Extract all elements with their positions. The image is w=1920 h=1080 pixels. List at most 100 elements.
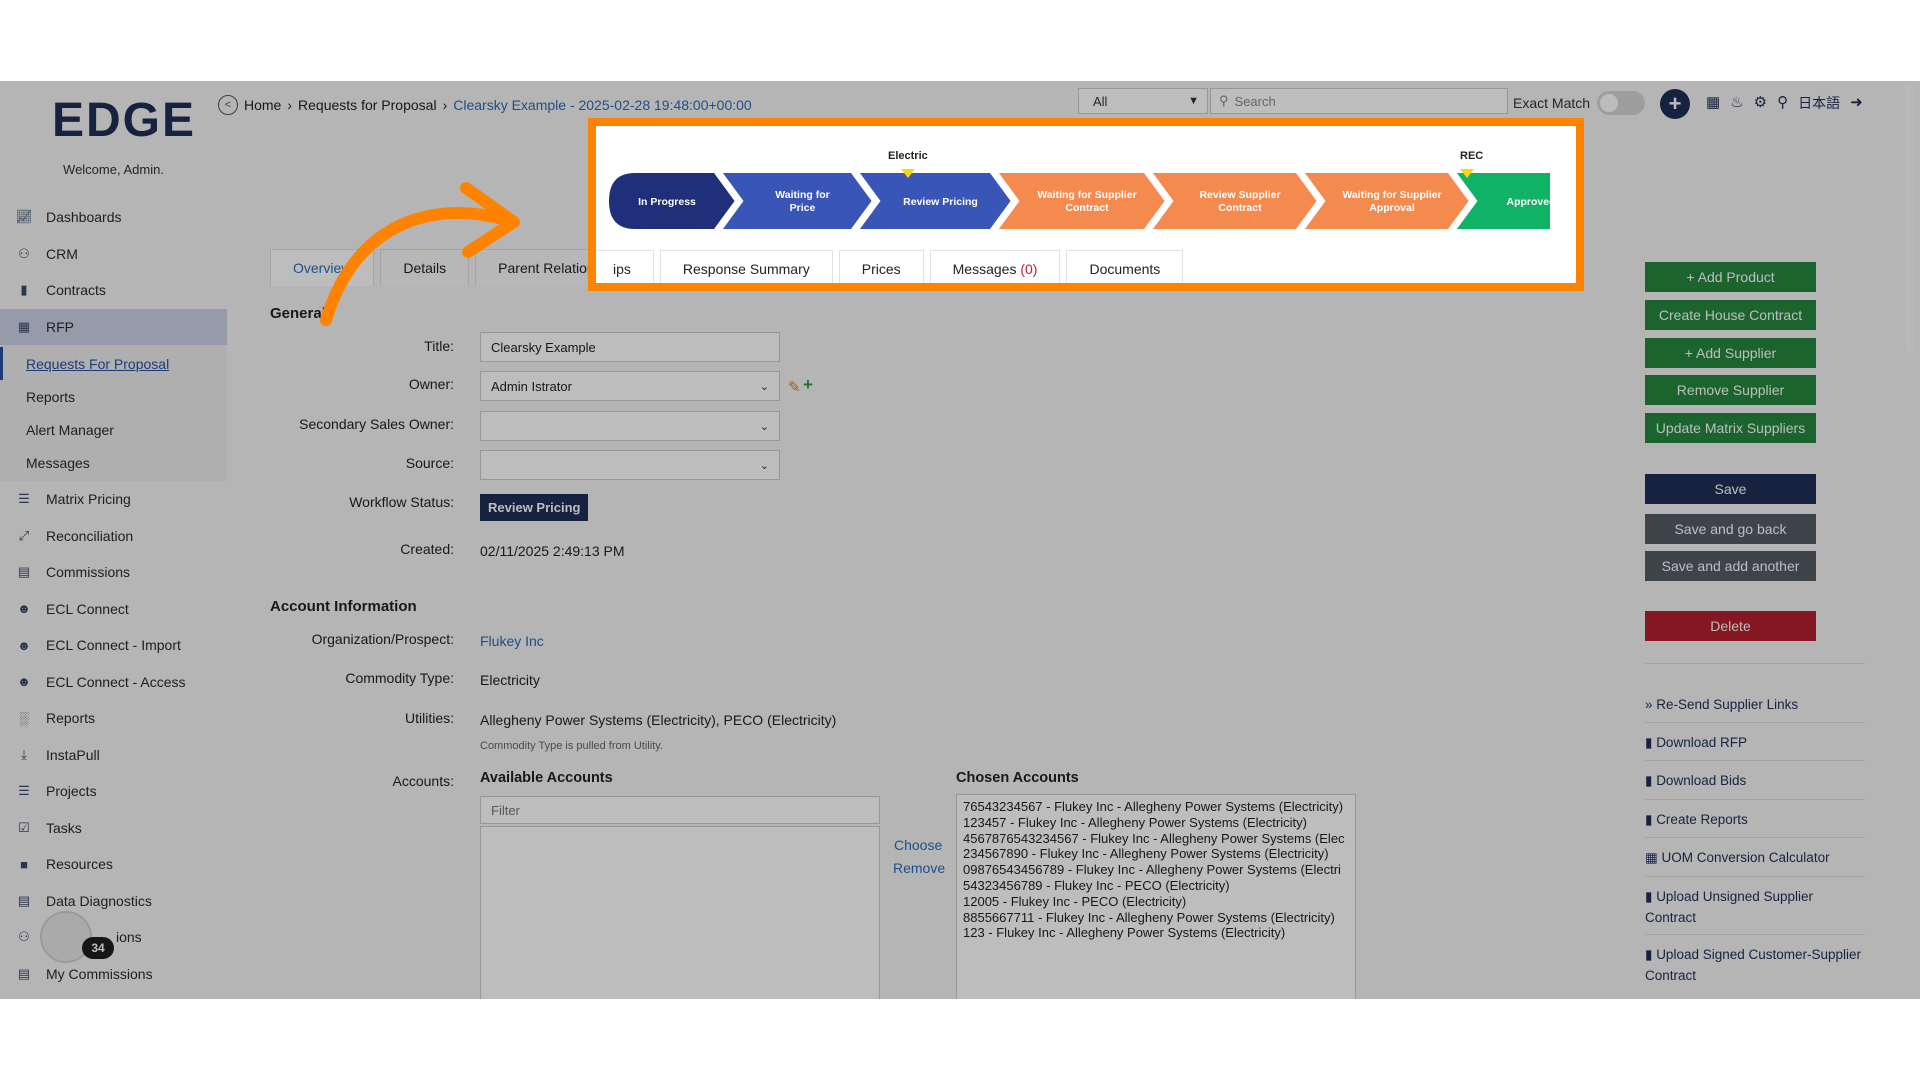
bell-icon[interactable]: ♨ [1730, 93, 1743, 113]
create-house-contract-button[interactable]: Create House Contract [1645, 300, 1816, 330]
create-reports-link[interactable]: ▮ Create Reports [1645, 809, 1865, 830]
breadcrumb: < Home › Requests for Proposal › Clearsk… [218, 95, 752, 115]
list-item[interactable]: 123457 - Flukey Inc - Allegheny Power Sy… [963, 815, 1349, 831]
sidebar-item-crm[interactable]: ⚇ CRM [0, 236, 227, 273]
save-and-go-back-button[interactable]: Save and go back [1645, 514, 1816, 544]
workflow-stage-label: Contract [1218, 202, 1262, 214]
breadcrumb-home[interactable]: Home [244, 97, 281, 113]
sidebar-item-matrix-pricing[interactable]: ☰ Matrix Pricing [0, 481, 227, 518]
remove-supplier-button[interactable]: Remove Supplier [1645, 375, 1816, 405]
tab-documents-highlight[interactable]: Documents [1066, 250, 1184, 283]
sidebar-item-tasks[interactable]: ☑ Tasks [0, 810, 227, 847]
add-product-button[interactable]: + Add Product [1645, 262, 1816, 292]
edit-pencil-icon[interactable]: ✎ [788, 378, 801, 396]
chosen-accounts-list[interactable]: 76543234567 - Flukey Inc - Allegheny Pow… [956, 794, 1356, 999]
save-and-add-another-button[interactable]: Save and add another [1645, 551, 1816, 581]
commodity-type-value: Electricity [480, 672, 540, 688]
upload-signed-contract-link[interactable]: ▮ Upload Signed Customer-Supplier Contra… [1645, 944, 1865, 986]
tab-response-summary-highlight[interactable]: Response Summary [659, 250, 833, 283]
money-icon: ▤ [17, 564, 31, 580]
workflow-status-badge[interactable]: Review Pricing [480, 494, 589, 521]
quick-add-icon[interactable]: + [1660, 89, 1690, 119]
list-item[interactable]: 09876543456789 - Flukey Inc - Allegheny … [963, 862, 1349, 878]
sidebar-sub-requests-for-proposal[interactable]: Requests For Proposal [0, 347, 227, 380]
tab-bar-highlight: ips Response Summary Prices Messages (0)… [596, 250, 1184, 283]
gear-icon[interactable]: ⚙ [1754, 93, 1767, 113]
search-input[interactable]: ⚲ Search [1210, 88, 1508, 114]
sidebar-item-rfp[interactable]: ▦ RFP [0, 308, 227, 345]
sidebar-sub-messages[interactable]: Messages [0, 446, 227, 479]
list-item[interactable]: 234567890 - Flukey Inc - Allegheny Power… [963, 846, 1349, 862]
file-icon: ▮ [1645, 889, 1657, 904]
exact-match-label: Exact Match [1513, 95, 1591, 111]
page-scrollbar[interactable] [1905, 84, 1915, 354]
chart-icon: 📈︎ [15, 209, 33, 225]
add-supplier-button[interactable]: + Add Supplier [1645, 338, 1816, 368]
save-button[interactable]: Save [1645, 474, 1816, 504]
workflow-stage-label: Review Supplier [1199, 189, 1280, 201]
sidebar-item-label: RFP [46, 318, 74, 335]
sidebar-item-resources[interactable]: ■ Resources [0, 846, 227, 883]
exact-match-toggle[interactable] [1597, 91, 1645, 115]
sidebar-item-data-diagnostics[interactable]: ▤ Data Diagnostics [0, 883, 227, 920]
upload-unsigned-contract-link[interactable]: ▮ Upload Unsigned Supplier Contract [1645, 886, 1865, 928]
sidebar-item-projects[interactable]: ☰ Projects [0, 773, 227, 810]
update-matrix-suppliers-button[interactable]: Update Matrix Suppliers [1645, 413, 1816, 443]
sidebar-item-instapull[interactable]: ⤓ InstaPull [0, 737, 227, 774]
created-label: Created: [400, 541, 454, 557]
list-item[interactable]: 123 - Flukey Inc - Allegheny Power Syste… [963, 925, 1349, 941]
sidebar-sub-alert-manager[interactable]: Alert Manager [0, 413, 227, 446]
list-item[interactable]: 4567876543234567 - Flukey Inc - Alleghen… [963, 831, 1349, 847]
accounts-label: Accounts: [392, 773, 454, 789]
list-item[interactable]: 8855667711 - Flukey Inc - Allegheny Powe… [963, 910, 1349, 926]
title-input[interactable]: Clearsky Example [480, 332, 780, 362]
sidebar-item-dashboards[interactable]: 📈︎ Dashboards [0, 199, 227, 236]
search-scope-select[interactable]: All ▼ [1078, 88, 1208, 114]
sidebar-item-my-commissions[interactable]: ▤ My Commissions [0, 956, 227, 993]
sidebar-item-ecl-connect-import[interactable]: ☻ ECL Connect - Import [0, 627, 227, 664]
accounts-filter-input[interactable]: Filter [480, 796, 880, 824]
key-icon[interactable]: ⚲ [1777, 93, 1788, 113]
resend-supplier-links[interactable]: » Re-Send Supplier Links [1645, 694, 1865, 715]
owner-select[interactable]: Admin Istrator ⌄ [480, 371, 780, 401]
sidebar-item-label: InstaPull [46, 746, 100, 763]
sidebar-item-reports[interactable]: ░ Reports [0, 700, 227, 737]
available-accounts-list[interactable] [480, 826, 880, 999]
sign-out-icon[interactable]: ➜ [1850, 93, 1863, 113]
choose-link[interactable]: Choose [894, 837, 942, 853]
list-item[interactable]: 54323456789 - Flukey Inc - PECO (Electri… [963, 878, 1349, 894]
breadcrumb-section[interactable]: Requests for Proposal [298, 97, 437, 113]
download-bids-link[interactable]: ▮ Download Bids [1645, 770, 1865, 791]
sidebar-nav: 📈︎ Dashboards ⚇ CRM ▮ Contracts ▦ RFP Reques… [0, 199, 227, 992]
download-rfp-link[interactable]: ▮ Download RFP [1645, 732, 1865, 753]
tab-parent-relationships-highlight[interactable]: ips [596, 250, 654, 283]
source-select[interactable]: ⌄ [480, 450, 780, 480]
sidebar-sub-reports[interactable]: Reports [0, 380, 227, 413]
sidebar-item-reconciliation[interactable]: ⤢ Reconciliation [0, 518, 227, 555]
list-item[interactable]: 12005 - Flukey Inc - PECO (Electricity) [963, 894, 1349, 910]
secondary-sales-owner-select[interactable]: ⌄ [480, 411, 780, 441]
workflow-stage-3 [991, 169, 1170, 233]
uom-calculator-link[interactable]: ▦ UOM Conversion Calculator [1645, 847, 1865, 868]
utilities-hint: Commodity Type is pulled from Utility. [480, 740, 663, 752]
sidebar-item-label: ECL Connect - Access [46, 673, 186, 690]
divider [1645, 876, 1865, 877]
tab-prices-highlight[interactable]: Prices [838, 250, 924, 283]
list-item[interactable]: 76543234567 - Flukey Inc - Allegheny Pow… [963, 799, 1349, 815]
organization-link[interactable]: Flukey Inc [480, 633, 544, 649]
sidebar-item-ecl-connect-access[interactable]: ☻ ECL Connect - Access [0, 664, 227, 701]
language-switch[interactable]: 日本語 [1798, 93, 1840, 113]
sidebar-item-contracts[interactable]: ▮ Contracts [0, 272, 227, 309]
calendar-icon[interactable]: ▦ [1706, 93, 1720, 113]
breadcrumb-separator: › [442, 97, 448, 113]
sidebar-item-ecl-connect[interactable]: ☻ ECL Connect [0, 591, 227, 628]
remove-link[interactable]: Remove [893, 860, 945, 876]
user-search-icon: ☻ [17, 674, 31, 690]
tab-messages-highlight[interactable]: Messages (0) [929, 250, 1061, 283]
breadcrumb-current[interactable]: Clearsky Example - 2025-02-28 19:48:00+0… [453, 97, 751, 113]
sidebar-item-commissions[interactable]: ▤ Commissions [0, 554, 227, 591]
delete-button[interactable]: Delete [1645, 611, 1816, 641]
add-owner-icon[interactable]: + [803, 375, 813, 395]
compress-icon: ⤢ [18, 527, 30, 543]
back-icon[interactable]: < [218, 95, 238, 115]
